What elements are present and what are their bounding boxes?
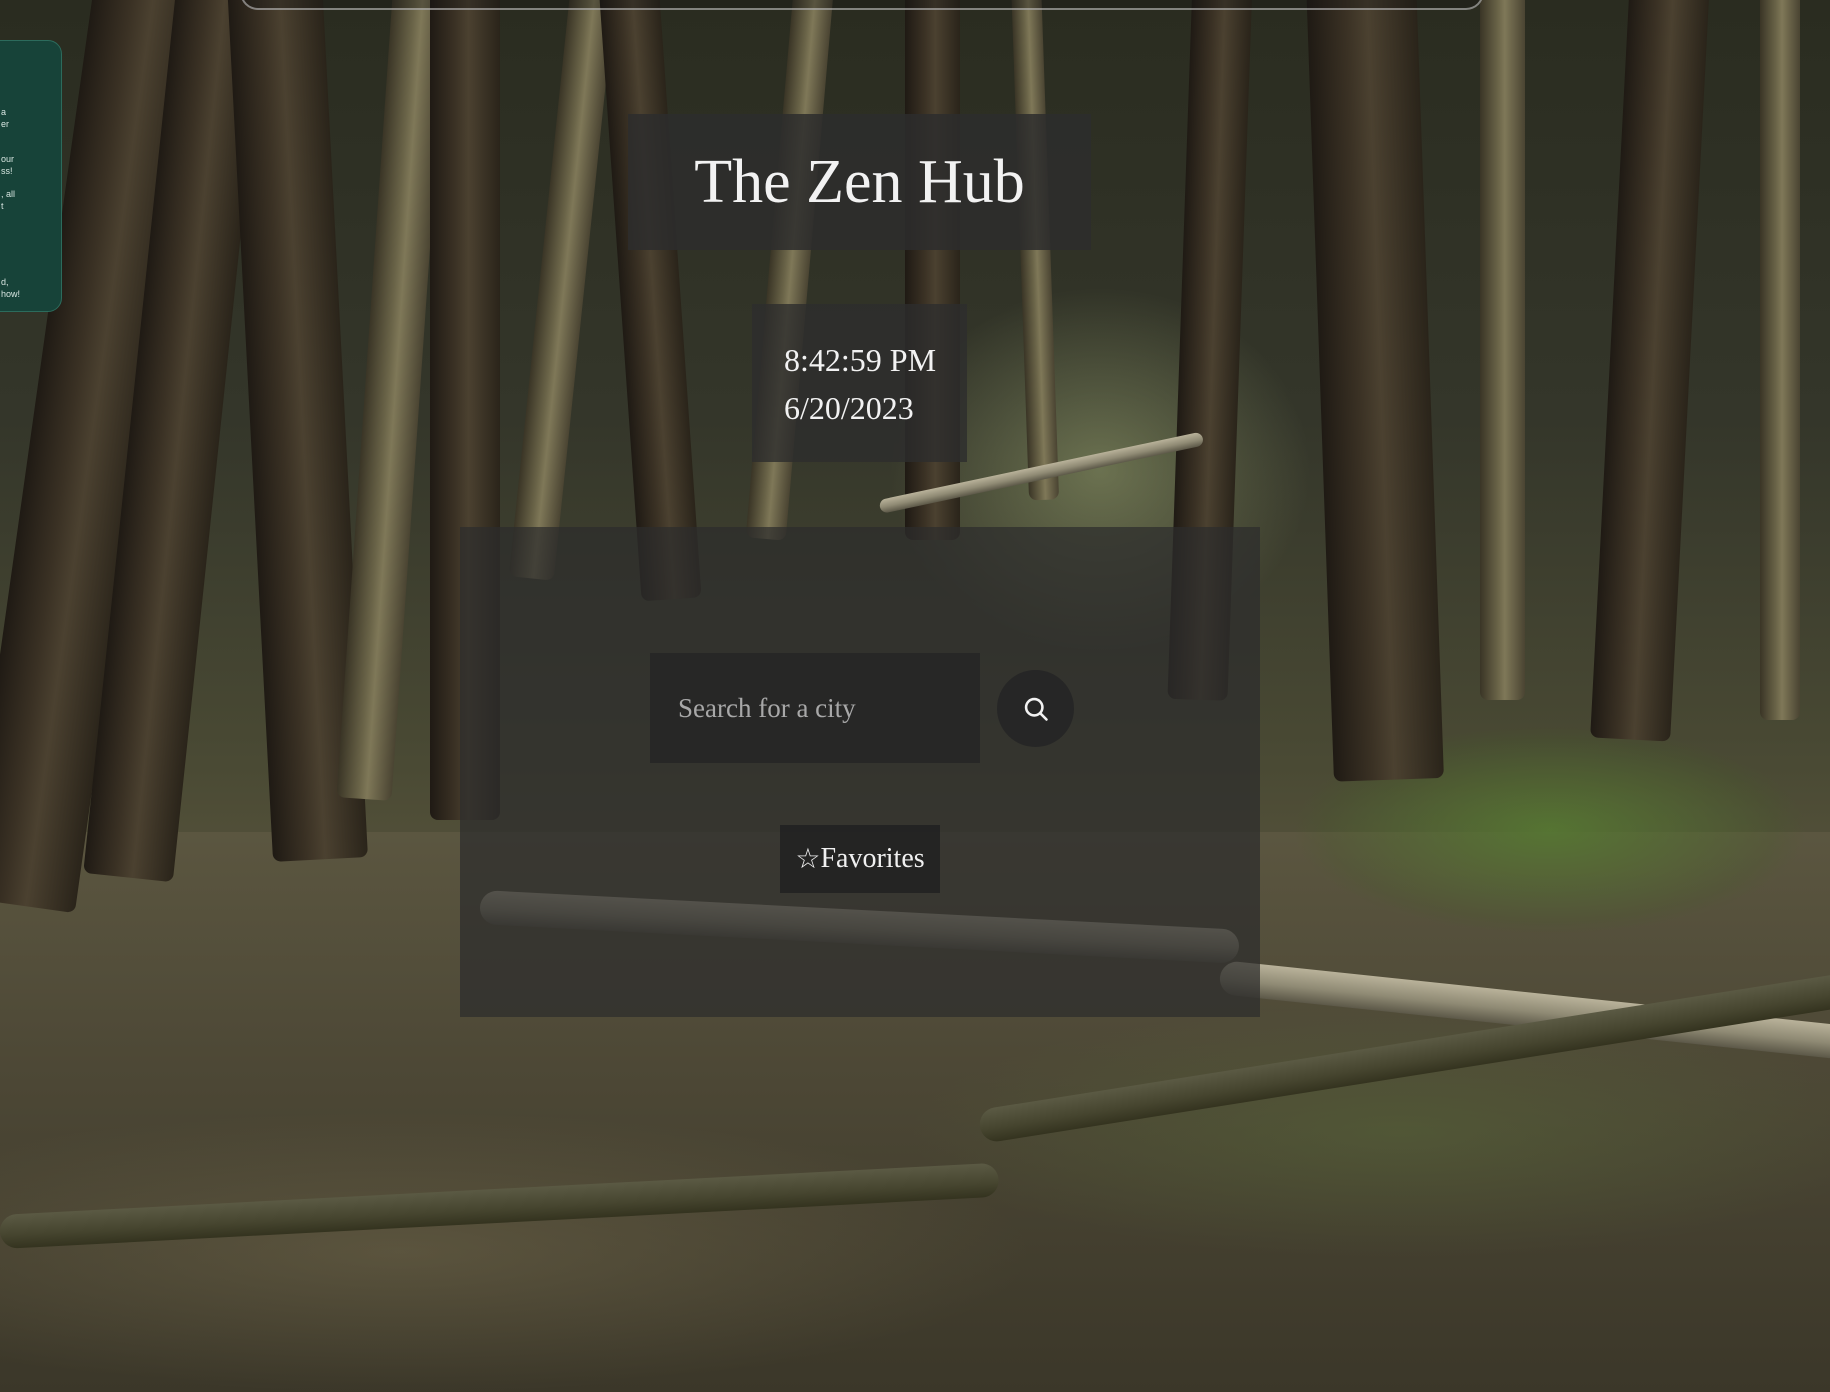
city-search-input[interactable] [650, 653, 980, 763]
star-outline-icon: ☆ [795, 844, 821, 875]
info-card-text: t [1, 201, 4, 211]
favorites-button[interactable]: ☆ Favorites [780, 825, 940, 893]
tree-trunk [1480, 0, 1525, 700]
info-card-text: ss! [1, 166, 13, 176]
clock-date: 6/20/2023 [784, 390, 914, 426]
info-card-text: our [1, 154, 15, 164]
page-title: The Zen Hub [694, 147, 1025, 216]
info-card: a er our ss! , all t d, how! [0, 40, 62, 312]
tree-trunk [1760, 0, 1800, 720]
info-card-text: a [1, 107, 7, 117]
search-panel: ☆Favorites [460, 527, 1260, 1017]
search-button[interactable] [997, 670, 1074, 747]
top-navigation-bar [240, 0, 1484, 10]
search-icon [1024, 697, 1048, 721]
info-card-text: how! [1, 289, 21, 299]
info-card-text: er [1, 119, 10, 129]
clock-panel: 8:42:59 PM 6/20/2023 [752, 304, 967, 462]
page: a er our ss! , all t d, how! The Zen Hub… [0, 0, 1830, 1392]
favorites-label: Favorites [820, 843, 925, 874]
clock-time: 8:42:59 PM [784, 342, 937, 378]
info-card-text: , all [1, 189, 16, 199]
title-panel: The Zen Hub [628, 114, 1091, 250]
info-card-text: d, [1, 277, 9, 287]
